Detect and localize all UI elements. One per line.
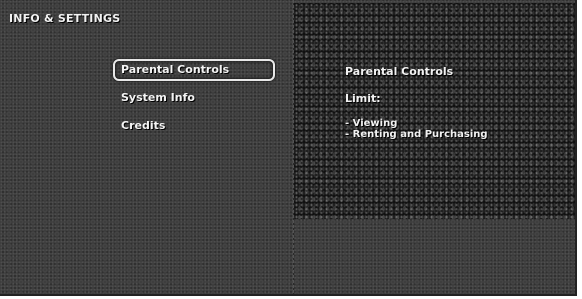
- menu-item-system-info[interactable]: System Info: [113, 87, 275, 109]
- settings-screen: INFO & SETTINGS Parental Controls System…: [0, 0, 577, 296]
- menu-item-parental-controls[interactable]: Parental Controls: [113, 59, 275, 81]
- page-title: INFO & SETTINGS: [9, 12, 121, 25]
- info-limit-label: Limit:: [345, 92, 381, 105]
- settings-menu: Parental Controls System Info Credits: [113, 59, 275, 143]
- info-panel: Parental Controls Limit: - Viewing - Ren…: [294, 3, 575, 219]
- info-bullet-renting-purchasing: - Renting and Purchasing: [345, 129, 488, 140]
- info-panel-title: Parental Controls: [345, 65, 454, 78]
- menu-item-credits[interactable]: Credits: [113, 115, 275, 137]
- info-bullet-list: - Viewing - Renting and Purchasing: [345, 118, 488, 140]
- info-bullet-viewing: - Viewing: [345, 118, 398, 129]
